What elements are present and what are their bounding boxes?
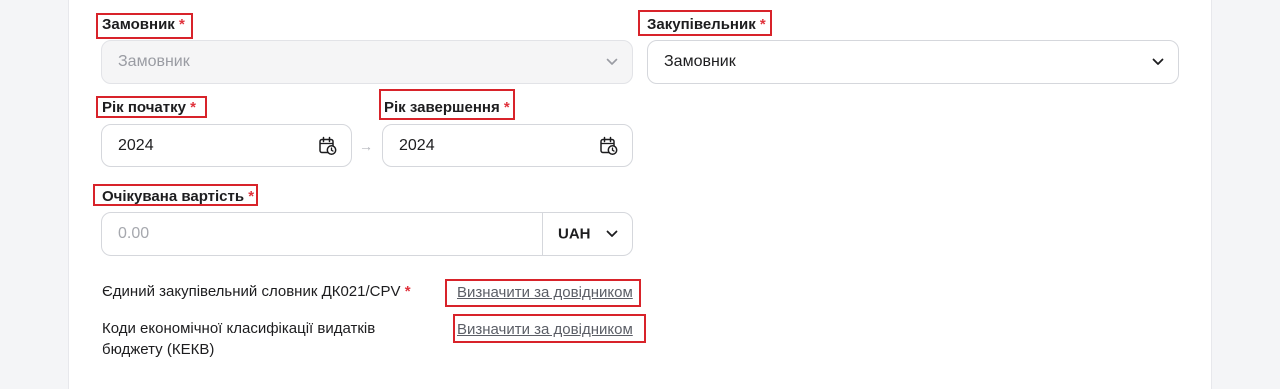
kekv-lookup-link[interactable]: Визначити за довідником xyxy=(457,321,633,338)
expected-cost-label: Очікувана вартість * xyxy=(102,188,255,205)
kekv-label-line2: бюджету (КЕКВ) xyxy=(102,341,215,358)
chevron-down-icon xyxy=(1152,58,1164,65)
customer-label: Замовник * xyxy=(102,16,185,33)
end-year-value: 2024 xyxy=(399,136,435,154)
chevron-down-icon xyxy=(606,230,618,237)
kekv-label: Коди економічної класифікації видатків б… xyxy=(102,318,375,360)
chevron-down-icon xyxy=(606,58,618,65)
start-year-label: Рік початку * xyxy=(102,99,196,116)
range-arrow-icon: → xyxy=(359,138,373,154)
expected-cost-input[interactable]: 0.00 xyxy=(118,225,149,243)
kekv-label-line1: Коди економічної класифікації видатків xyxy=(102,320,376,337)
calendar-clock-icon[interactable] xyxy=(600,136,618,155)
purchaser-select-value: Замовник xyxy=(664,53,736,70)
expected-cost-field[interactable]: 0.00 UAH xyxy=(101,212,633,256)
start-year-value: 2024 xyxy=(118,136,154,154)
customer-select-value: Замовник xyxy=(118,53,190,70)
customer-select[interactable]: Замовник xyxy=(101,40,633,84)
end-year-picker[interactable]: 2024 xyxy=(382,124,633,167)
purchaser-select[interactable]: Замовник xyxy=(647,40,1179,84)
purchaser-label: Закупівельник * xyxy=(647,16,766,33)
cpv-label: Єдиний закупівельний словник ДК021/CPV * xyxy=(102,283,411,300)
calendar-clock-icon[interactable] xyxy=(319,136,337,155)
end-year-label: Рік завершення * xyxy=(384,99,510,116)
start-year-picker[interactable]: 2024 xyxy=(101,124,352,167)
currency-value: UAH xyxy=(558,225,591,243)
currency-select[interactable]: UAH xyxy=(542,213,632,255)
cpv-lookup-link[interactable]: Визначити за довідником xyxy=(457,284,633,301)
